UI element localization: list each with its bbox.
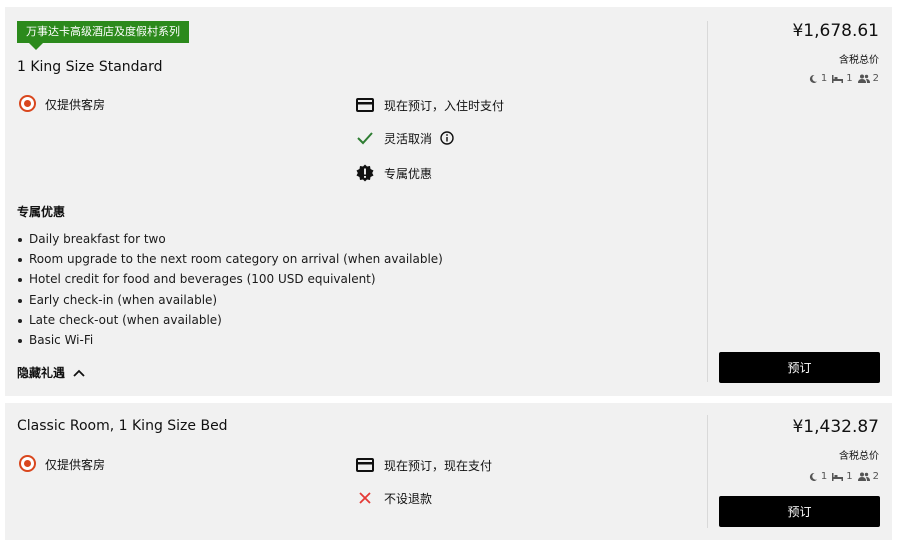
guests-count: 2: [872, 73, 879, 84]
rate-option-radio[interactable]: [19, 455, 36, 472]
payment-feature: 现在预订，入住时支付: [355, 95, 504, 115]
list-item: Early check-in (when available): [17, 290, 443, 310]
guests-icon: [857, 472, 870, 481]
list-item: Hotel credit for food and beverages (100…: [17, 269, 443, 289]
beds-count: 1: [846, 73, 853, 84]
occupancy-summary: 1 1 2: [808, 471, 879, 482]
info-icon[interactable]: [440, 131, 454, 145]
cancellation-feature-label: 灵活取消: [384, 131, 433, 146]
bed-icon: [832, 75, 844, 83]
nights-count: 1: [820, 471, 828, 482]
exclusive-offer-label: 专属优惠: [384, 166, 433, 181]
moon-icon: [809, 74, 817, 83]
refund-feature: 不设退款: [355, 488, 432, 508]
rate-option-radio[interactable]: [19, 95, 36, 112]
exclusive-offer-feature: 专属优惠: [355, 163, 432, 183]
hide-perks-toggle[interactable]: 隐藏礼遇: [17, 364, 85, 381]
price-note: 含税总价: [839, 55, 879, 66]
total-price: ¥1,678.61: [792, 21, 879, 41]
total-price: ¥1,432.87: [792, 417, 879, 437]
occupancy-summary: 1 1 2: [808, 73, 879, 84]
moon-icon: [809, 472, 817, 481]
chevron-up-icon: [73, 369, 85, 377]
cancellation-feature: 灵活取消: [355, 128, 454, 148]
guests-count: 2: [872, 471, 879, 482]
list-item: Daily breakfast for two: [17, 229, 443, 249]
price-note: 含税总价: [839, 451, 879, 462]
mastercard-collection-badge: 万事达卡高级酒店及度假村系列: [17, 21, 189, 50]
column-divider: [707, 21, 708, 382]
list-item: Basic Wi-Fi: [17, 330, 443, 350]
perks-list: Daily breakfast for two Room upgrade to …: [17, 229, 443, 350]
column-divider: [707, 415, 708, 528]
book-button[interactable]: 预订: [719, 352, 880, 383]
rate-option-label: 仅提供客房: [45, 458, 106, 472]
beds-count: 1: [846, 471, 853, 482]
exclusive-offer-icon: [355, 163, 375, 183]
room-card: Classic Room, 1 King Size Bed 仅提供客房 现在预订…: [5, 403, 892, 540]
guests-icon: [857, 74, 870, 83]
list-item: Late check-out (when available): [17, 310, 443, 330]
payment-feature-label: 现在预订，现在支付: [384, 458, 493, 473]
payment-feature-label: 现在预订，入住时支付: [384, 98, 505, 113]
room-card: 万事达卡高级酒店及度假村系列 1 King Size Standard 仅提供客…: [5, 7, 892, 396]
hide-perks-label: 隐藏礼遇: [17, 366, 66, 380]
room-title: Classic Room, 1 King Size Bed: [17, 418, 228, 434]
perks-heading: 专属优惠: [17, 205, 66, 219]
room-title: 1 King Size Standard: [17, 59, 163, 75]
nights-count: 1: [820, 73, 828, 84]
rate-option-label: 仅提供客房: [45, 98, 106, 112]
credit-card-icon: [355, 455, 375, 475]
list-item: Room upgrade to the next room category o…: [17, 249, 443, 269]
book-button[interactable]: 预订: [719, 496, 880, 527]
checkmark-icon: [355, 128, 375, 148]
credit-card-icon: [355, 95, 375, 115]
refund-feature-label: 不设退款: [384, 491, 433, 506]
bed-icon: [832, 473, 844, 481]
cross-icon: [355, 488, 375, 508]
payment-feature: 现在预订，现在支付: [355, 455, 492, 475]
